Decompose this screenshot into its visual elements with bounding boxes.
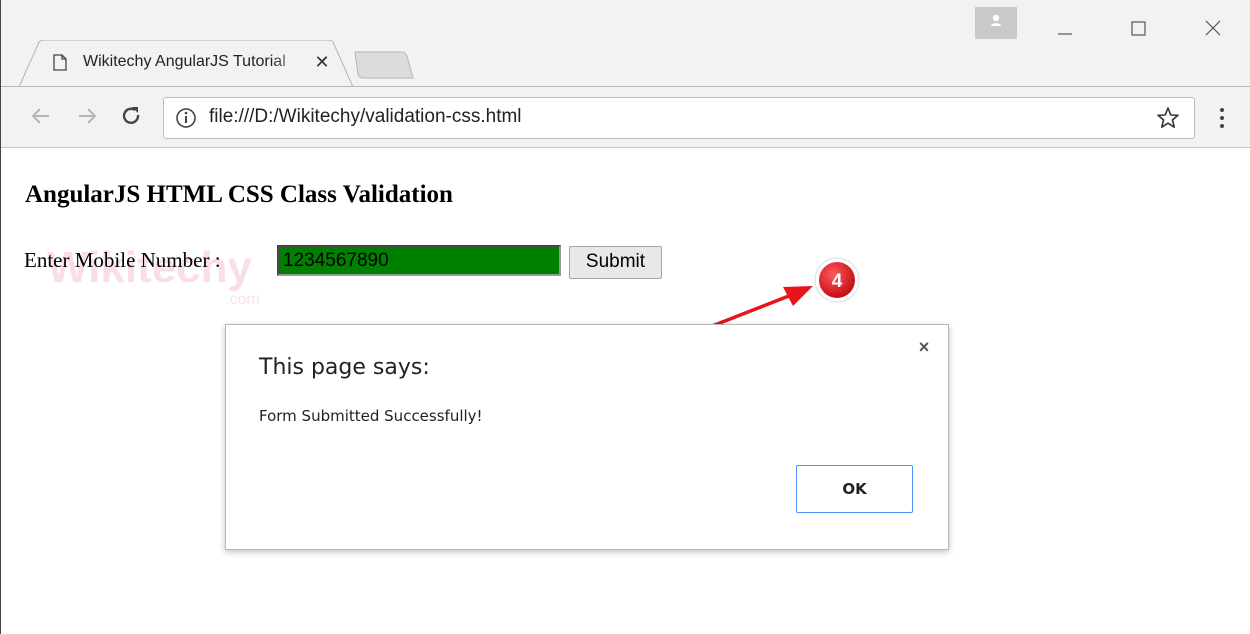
tab-close-icon[interactable]: ✕ xyxy=(313,52,331,72)
forward-icon[interactable] xyxy=(75,104,99,128)
maximize-icon[interactable] xyxy=(1129,18,1149,38)
new-tab-button[interactable] xyxy=(353,50,415,80)
back-icon[interactable] xyxy=(29,104,53,128)
reload-icon[interactable] xyxy=(119,104,143,128)
alert-dialog: This page says: × Form Submitted Success… xyxy=(225,324,949,550)
ok-button[interactable]: OK xyxy=(796,465,913,513)
submit-button[interactable]: Submit xyxy=(569,246,662,279)
step-number: 4 xyxy=(832,271,843,292)
profile-icon[interactable] xyxy=(975,7,1017,39)
info-icon[interactable] xyxy=(175,107,197,129)
menu-icon[interactable] xyxy=(1215,106,1229,130)
page-icon xyxy=(53,54,67,71)
url-text[interactable]: file:///D:/Wikitechy/validation-css.html xyxy=(209,106,522,130)
dialog-title: This page says: xyxy=(259,355,430,380)
star-icon[interactable] xyxy=(1156,106,1180,130)
tab-title-fade xyxy=(271,50,311,76)
page-heading: AngularJS HTML CSS Class Validation xyxy=(25,181,453,208)
svg-text:.com: .com xyxy=(225,291,260,308)
dialog-close-icon[interactable]: × xyxy=(916,338,932,356)
mobile-number-input[interactable]: 1234567890 xyxy=(277,245,561,276)
dialog-message: Form Submitted Successfully! xyxy=(259,407,483,425)
close-icon[interactable] xyxy=(1203,18,1223,38)
browser-window: Wikitechy AngularJS Tutorial ✕ file:///D… xyxy=(0,0,1250,634)
minimize-icon[interactable] xyxy=(1055,18,1075,38)
mobile-number-label: Enter Mobile Number : xyxy=(24,248,221,272)
